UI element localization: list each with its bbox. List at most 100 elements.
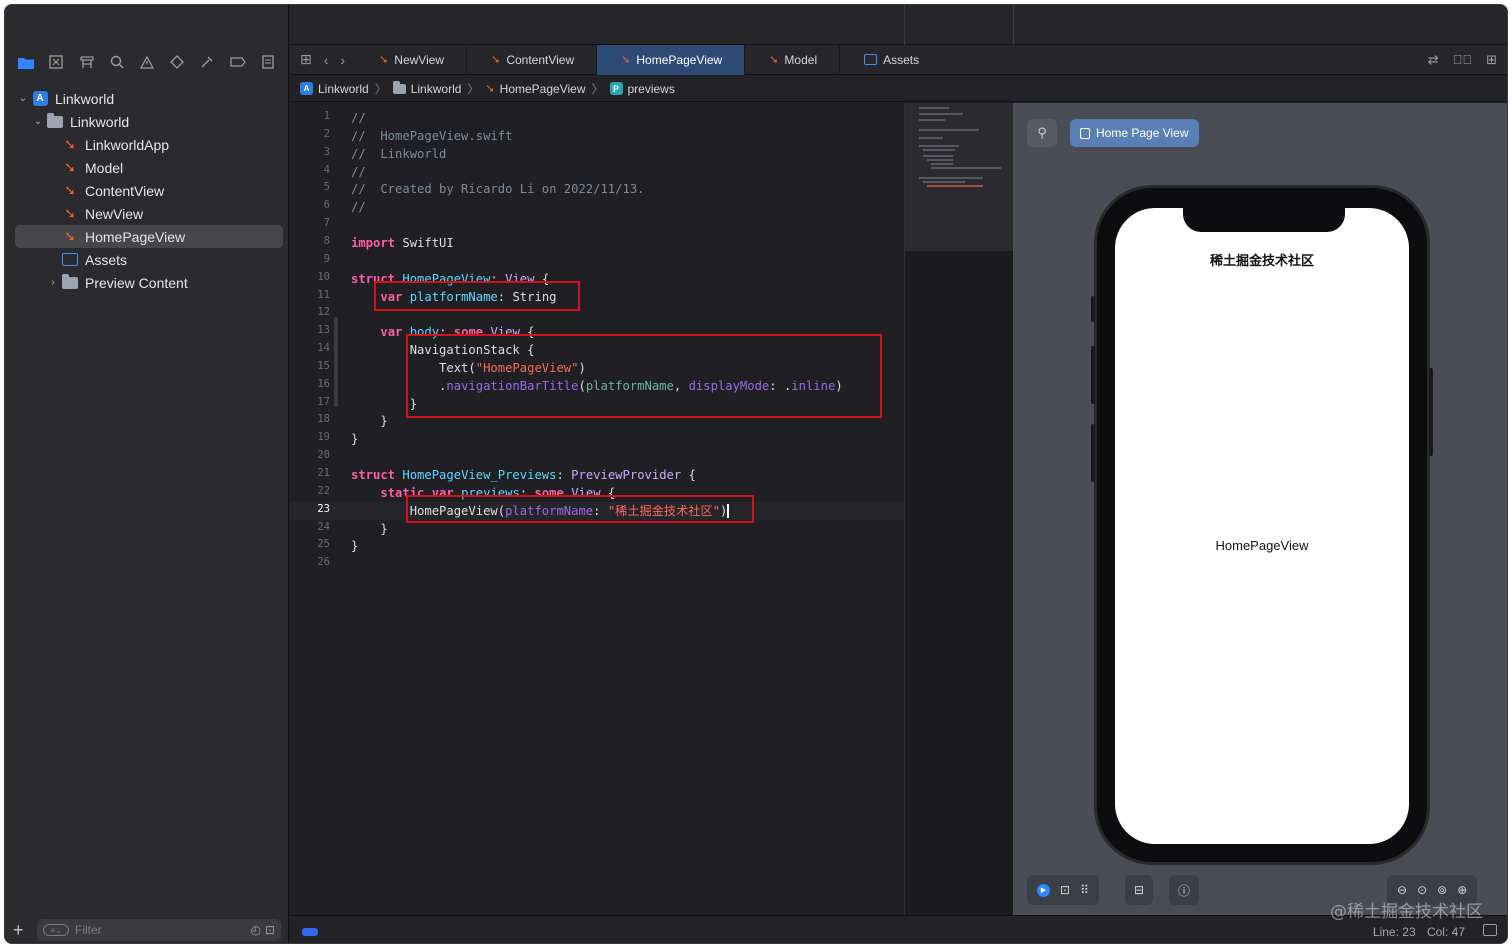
debug-icon[interactable] — [197, 52, 217, 72]
line-number: 11 — [317, 288, 330, 301]
grid-icon[interactable]: ⊞ — [300, 51, 312, 68]
status-bar: Line: 23 Col: 47 — [290, 915, 1507, 943]
recent-files-icon[interactable]: ◴ — [250, 923, 260, 937]
tree-item-project[interactable]: ⌄ A Linkworld — [5, 87, 289, 110]
tree-item-file-selected[interactable]: ➘ HomePageView — [15, 225, 283, 248]
zoom-actual-icon[interactable]: ⊚ — [1437, 883, 1447, 897]
tree-item-assets[interactable]: Assets — [5, 248, 289, 271]
tree-item-file[interactable]: ➘ NewView — [5, 202, 289, 225]
tree-item-file[interactable]: ➘ LinkworldApp — [5, 133, 289, 156]
code-token: } — [351, 539, 359, 554]
tree-item-file[interactable]: ➘ Model — [5, 156, 289, 179]
code-line[interactable]: // HomePageView.swift — [351, 127, 512, 145]
tree-item-label: Linkworld — [70, 113, 130, 130]
folder-icon — [61, 273, 79, 291]
source-control-filter-icon[interactable]: ⊡ — [265, 923, 275, 937]
warning-icon[interactable] — [137, 52, 157, 72]
annotation-box — [374, 281, 580, 311]
tree-item-label: LinkworldApp — [85, 136, 170, 153]
zoom-in-icon[interactable]: ⊕ — [1457, 883, 1467, 897]
tab-label: Model — [784, 52, 818, 67]
selectable-mode-icon[interactable]: ⊡ — [1060, 883, 1070, 897]
swift-file-icon: ➘ — [491, 54, 501, 66]
breadcrumb-item[interactable]: A Linkworld — [300, 82, 369, 96]
tab-assets[interactable]: Assets — [840, 45, 941, 75]
tree-item-label: ContentView — [85, 182, 165, 199]
code-token: // HomePageView.swift — [351, 128, 513, 143]
code-line[interactable]: import SwiftUI — [351, 234, 454, 252]
zoom-fit-icon[interactable]: ⊙ — [1417, 883, 1427, 897]
line-number: 19 — [317, 431, 330, 444]
editor-options-icon[interactable]: ≣⃞ — [1453, 52, 1473, 68]
line-number: 22 — [317, 484, 330, 497]
report-icon[interactable] — [258, 52, 278, 72]
minimap[interactable] — [904, 103, 1013, 915]
code-line[interactable]: } — [351, 412, 387, 430]
device-screen[interactable]: 稀土掘金技术社区 HomePageView — [1115, 208, 1409, 844]
info-icon[interactable]: ⓘ — [1178, 882, 1190, 899]
code-line[interactable]: } — [351, 537, 358, 555]
chevron-right-icon: 〉 — [467, 82, 480, 96]
code-line[interactable]: } — [351, 430, 358, 448]
debug-area-toggle-icon[interactable] — [302, 928, 318, 936]
code-line[interactable]: // — [351, 109, 366, 127]
zoom-out-icon[interactable]: ⊖ — [1397, 883, 1407, 897]
tree-item-file[interactable]: ➘ ContentView — [5, 179, 289, 202]
code-token: var — [380, 325, 403, 340]
xcode-window: ⌄ A Linkworld ⌄ Linkworld ➘ LinkworldApp… — [4, 4, 1508, 944]
code-line[interactable]: // — [351, 198, 366, 216]
column-indicator: Col: 47 — [1426, 925, 1465, 939]
code-line[interactable]: struct HomePageView_Previews: PreviewPro… — [351, 466, 696, 484]
preview-selector-button[interactable]: Home Page View — [1070, 119, 1199, 147]
forward-icon[interactable]: › — [340, 52, 345, 68]
tab-newview[interactable]: ➘ NewView — [355, 44, 468, 75]
code-token: import — [351, 235, 396, 250]
code-token: } — [351, 521, 388, 536]
tab-label: NewView — [394, 52, 445, 67]
tab-contentview[interactable]: ➘ ContentView — [467, 44, 598, 75]
tree-item-folder[interactable]: ⌄ Linkworld — [5, 110, 289, 133]
symbol-icon[interactable] — [77, 52, 97, 72]
breadcrumb-item[interactable]: P previews — [609, 81, 675, 96]
add-editor-icon[interactable]: ⊞ — [1486, 52, 1497, 68]
swap-icon[interactable]: ⇄ — [1428, 52, 1439, 68]
line-number: 23 — [317, 502, 330, 515]
line-number: 21 — [317, 467, 330, 479]
editor-tab-bar: ⊞ ‹ › ➘ NewView ➘ ContentView ➘ HomePage… — [290, 44, 1507, 75]
breakpoint-icon[interactable] — [228, 52, 248, 72]
panel-toggle-icon[interactable] — [1483, 924, 1497, 936]
line-number: 4 — [323, 163, 330, 176]
test-icon[interactable] — [167, 52, 187, 72]
pin-icon[interactable]: ⚲ — [1027, 119, 1057, 147]
filter-options-icon[interactable]: ≡⌄ — [43, 924, 69, 936]
search-icon[interactable] — [107, 52, 127, 72]
filter-input[interactable]: ≡⌄ Filter ◴ ⊡ — [37, 919, 281, 941]
code-folding-ribbon[interactable] — [334, 317, 338, 407]
tab-model[interactable]: ➘ Model — [745, 44, 841, 75]
property-icon: P — [609, 82, 623, 95]
live-preview-icon[interactable]: ▶ — [1037, 883, 1050, 897]
folder-icon[interactable] — [16, 52, 36, 72]
chevron-down-icon[interactable]: ⌄ — [17, 93, 29, 104]
code-line[interactable]: // Linkworld — [351, 145, 446, 163]
device-settings-icon[interactable]: ⊟ — [1134, 883, 1144, 897]
source-editor[interactable]: 1 2 3 4 5 6 7 8 9 10 11 12 13 14 15 16 17 18 19 20 21 22 23 24 2… — [290, 103, 904, 915]
variants-icon[interactable]: ⠿ — [1080, 883, 1089, 897]
code-line[interactable]: // Created by Ricardo Li on 2022/11/13. — [351, 180, 645, 198]
tab-homepageview[interactable]: ➘ HomePageView — [597, 44, 746, 75]
breadcrumb-label: previews — [627, 81, 675, 96]
code-line[interactable]: // — [351, 163, 366, 181]
chevron-down-icon[interactable]: ⌄ — [32, 116, 44, 127]
swift-file-icon: ➘ — [64, 182, 76, 198]
swift-file-icon: ➘ — [379, 54, 389, 66]
breadcrumb-item[interactable]: Linkworld — [392, 80, 461, 96]
chevron-right-icon[interactable]: › — [47, 277, 59, 288]
tree-item-folder[interactable]: › Preview Content — [5, 271, 289, 294]
preview-canvas: ⚲ Home Page View 稀土掘金技术社区 HomePageView ▶… — [1013, 103, 1507, 915]
source-control-icon[interactable] — [46, 52, 66, 72]
add-icon[interactable]: + — [13, 920, 29, 941]
code-line[interactable]: } — [351, 520, 388, 538]
back-icon[interactable]: ‹ — [324, 52, 329, 68]
breadcrumb-item[interactable]: ➘ HomePageView — [485, 82, 585, 96]
